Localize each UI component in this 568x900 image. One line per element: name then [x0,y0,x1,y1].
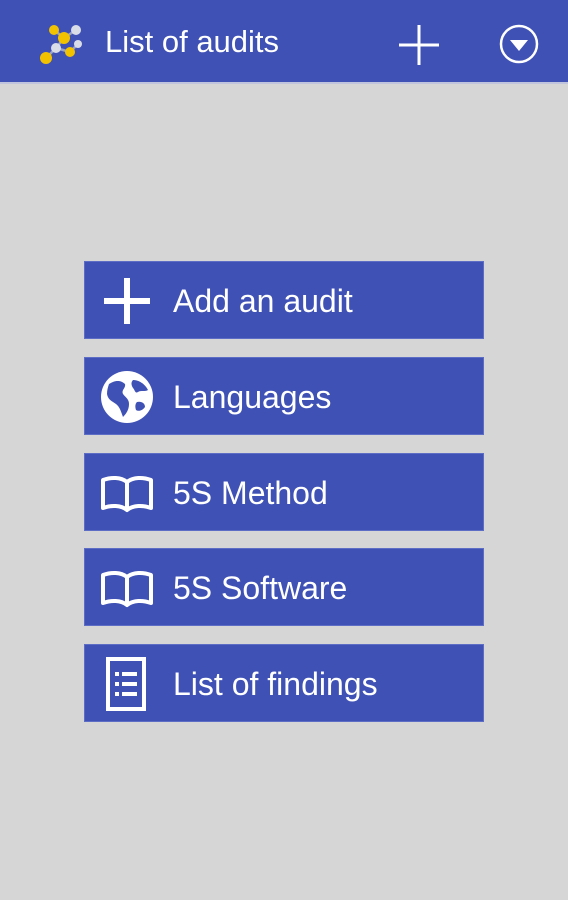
molecule-logo-icon [40,25,82,64]
add-audit-label: Add an audit [173,283,353,319]
add-audit-bar-button[interactable] [396,22,442,68]
5s-software-button[interactable]: 5S Software [84,548,484,626]
add-audit-button[interactable]: Add an audit [84,261,484,339]
overflow-menu-button[interactable] [497,22,541,66]
list-document-icon [106,657,146,711]
5s-software-label: 5S Software [173,570,348,606]
languages-button[interactable]: Languages [84,357,484,435]
5s-method-button[interactable]: 5S Method [84,453,484,531]
book-icon [101,570,153,607]
plus-icon [399,25,439,65]
plus-icon [104,278,150,324]
list-of-findings-label: List of findings [173,666,378,702]
chevron-down-circle-icon [499,24,539,64]
5s-method-label: 5S Method [173,475,328,511]
languages-label: Languages [173,379,332,415]
app-bar: List of audits [0,0,568,84]
globe-icon [101,371,153,423]
list-of-findings-button[interactable]: List of findings [84,644,484,722]
page-title: List of audits [105,24,280,59]
book-icon [101,475,153,512]
